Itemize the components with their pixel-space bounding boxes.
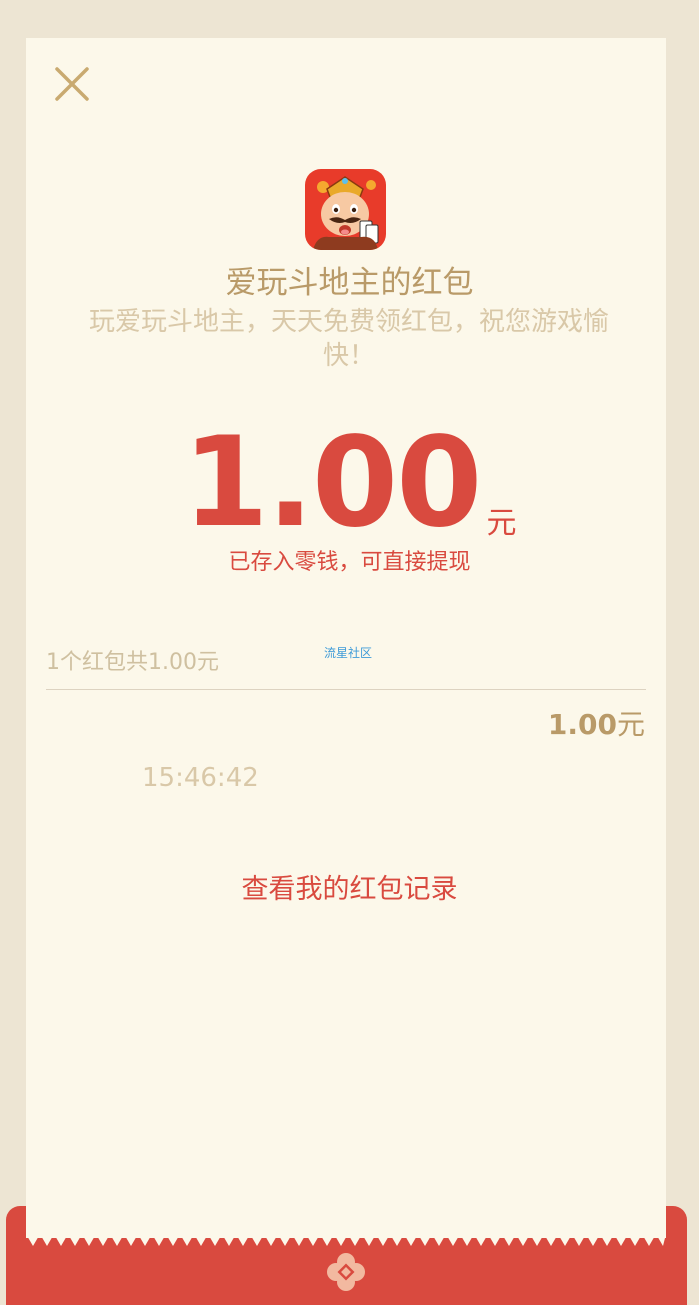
- record-amount: 1.00元: [548, 706, 645, 744]
- view-my-records-link[interactable]: 查看我的红包记录: [0, 872, 699, 908]
- amount-unit: 元: [486, 506, 517, 541]
- record-time: 15:46:42: [142, 763, 259, 793]
- blessing-message: 玩爱玩斗地主，天天免费领红包，祝您游戏愉快！: [88, 307, 609, 371]
- close-icon[interactable]: [52, 64, 92, 104]
- card-zigzag-edge: [26, 1234, 666, 1246]
- flower-emblem-icon: [327, 1253, 365, 1291]
- app-icon[interactable]: [305, 169, 386, 250]
- amount-display: 1.00 元: [0, 418, 699, 548]
- packet-summary: 1个红包共1.00元: [46, 650, 219, 675]
- app-title: 爱玩斗地主的红包: [225, 265, 474, 301]
- divider: [46, 689, 646, 690]
- amount-value: 1.00: [182, 411, 483, 555]
- watermark-label: 流星社区: [324, 646, 373, 660]
- record-amount-unit: 元: [616, 708, 645, 741]
- record-amount-value: 1.00: [547, 708, 617, 741]
- stored-in-wallet-note: 已存入零钱，可直接提现: [228, 550, 471, 575]
